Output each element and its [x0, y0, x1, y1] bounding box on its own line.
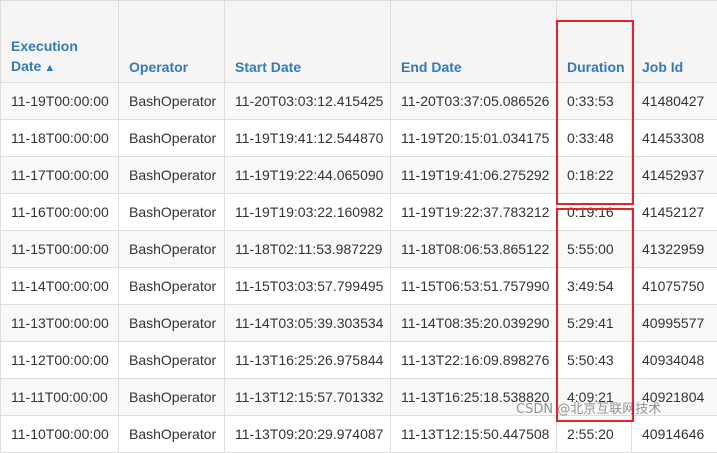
- table-header-row: Execution Date▲ Operator Start Date End …: [1, 1, 717, 83]
- cell-operator: BashOperator: [119, 379, 225, 416]
- cell-job-id: 40995577: [632, 305, 717, 342]
- cell-operator: BashOperator: [119, 83, 225, 120]
- start-date-header[interactable]: Start Date: [225, 1, 391, 83]
- cell-operator: BashOperator: [119, 416, 225, 453]
- cell-job-id: 41452937: [632, 157, 717, 194]
- cell-start-date: 11-13T09:20:29.974087: [225, 416, 391, 453]
- cell-execution-date: 11-15T00:00:00: [1, 231, 119, 268]
- cell-end-date: 11-14T08:35:20.039290: [391, 305, 557, 342]
- cell-execution-date: 11-18T00:00:00: [1, 120, 119, 157]
- cell-start-date: 11-13T12:15:57.701332: [225, 379, 391, 416]
- cell-end-date: 11-18T08:06:53.865122: [391, 231, 557, 268]
- execution-date-header[interactable]: Execution Date▲: [1, 1, 119, 83]
- task-instance-table: Execution Date▲ Operator Start Date End …: [0, 0, 717, 453]
- cell-start-date: 11-19T19:03:22.160982: [225, 194, 391, 231]
- job-id-header[interactable]: Job Id: [632, 1, 717, 83]
- cell-duration: 0:18:22: [557, 157, 632, 194]
- cell-execution-date: 11-11T00:00:00: [1, 379, 119, 416]
- cell-end-date: 11-19T19:41:06.275292: [391, 157, 557, 194]
- cell-end-date: 11-13T12:15:50.447508: [391, 416, 557, 453]
- table-row: 11-15T00:00:00BashOperator11-18T02:11:53…: [1, 231, 717, 268]
- cell-job-id: 41075750: [632, 268, 717, 305]
- cell-end-date: 11-13T22:16:09.898276: [391, 342, 557, 379]
- cell-execution-date: 11-12T00:00:00: [1, 342, 119, 379]
- cell-execution-date: 11-13T00:00:00: [1, 305, 119, 342]
- table-row: 11-19T00:00:00BashOperator11-20T03:03:12…: [1, 83, 717, 120]
- cell-start-date: 11-19T19:22:44.065090: [225, 157, 391, 194]
- cell-duration: 5:50:43: [557, 342, 632, 379]
- cell-start-date: 11-19T19:41:12.544870: [225, 120, 391, 157]
- cell-duration: 2:55:20: [557, 416, 632, 453]
- cell-job-id: 41452127: [632, 194, 717, 231]
- cell-job-id: 41480427: [632, 83, 717, 120]
- cell-operator: BashOperator: [119, 194, 225, 231]
- table-row: 11-13T00:00:00BashOperator11-14T03:05:39…: [1, 305, 717, 342]
- cell-execution-date: 11-17T00:00:00: [1, 157, 119, 194]
- cell-end-date: 11-15T06:53:51.757990: [391, 268, 557, 305]
- cell-operator: BashOperator: [119, 342, 225, 379]
- cell-job-id: 40934048: [632, 342, 717, 379]
- cell-duration: 0:19:16: [557, 194, 632, 231]
- table-row: 11-16T00:00:00BashOperator11-19T19:03:22…: [1, 194, 717, 231]
- cell-operator: BashOperator: [119, 305, 225, 342]
- cell-operator: BashOperator: [119, 120, 225, 157]
- table-row: 11-14T00:00:00BashOperator11-15T03:03:57…: [1, 268, 717, 305]
- cell-start-date: 11-15T03:03:57.799495: [225, 268, 391, 305]
- chevron-up-icon[interactable]: ▲: [44, 62, 55, 74]
- cell-duration: 5:55:00: [557, 231, 632, 268]
- operator-header[interactable]: Operator: [119, 1, 225, 83]
- duration-header[interactable]: Duration: [557, 1, 632, 83]
- cell-duration: 3:49:54: [557, 268, 632, 305]
- cell-end-date: 11-19T20:15:01.034175: [391, 120, 557, 157]
- watermark: CSDN @北京互联网技术: [516, 398, 661, 417]
- cell-duration: 5:29:41: [557, 305, 632, 342]
- cell-start-date: 11-20T03:03:12.415425: [225, 83, 391, 120]
- cell-execution-date: 11-10T00:00:00: [1, 416, 119, 453]
- table-body: 11-19T00:00:00BashOperator11-20T03:03:12…: [1, 83, 717, 453]
- cell-end-date: 11-20T03:37:05.086526: [391, 83, 557, 120]
- end-date-header[interactable]: End Date: [391, 1, 557, 83]
- cell-operator: BashOperator: [119, 157, 225, 194]
- cell-operator: BashOperator: [119, 231, 225, 268]
- cell-job-id: 41453308: [632, 120, 717, 157]
- table-row: 11-17T00:00:00BashOperator11-19T19:22:44…: [1, 157, 717, 194]
- table-row: 11-12T00:00:00BashOperator11-13T16:25:26…: [1, 342, 717, 379]
- cell-job-id: 41322959: [632, 231, 717, 268]
- cell-operator: BashOperator: [119, 268, 225, 305]
- cell-duration: 0:33:48: [557, 120, 632, 157]
- cell-execution-date: 11-14T00:00:00: [1, 268, 119, 305]
- cell-end-date: 11-19T19:22:37.783212: [391, 194, 557, 231]
- table-row: 11-10T00:00:00BashOperator11-13T09:20:29…: [1, 416, 717, 453]
- cell-duration: 0:33:53: [557, 83, 632, 120]
- cell-job-id: 40914646: [632, 416, 717, 453]
- cell-start-date: 11-13T16:25:26.975844: [225, 342, 391, 379]
- cell-execution-date: 11-16T00:00:00: [1, 194, 119, 231]
- table-row: 11-18T00:00:00BashOperator11-19T19:41:12…: [1, 120, 717, 157]
- cell-start-date: 11-18T02:11:53.987229: [225, 231, 391, 268]
- cell-start-date: 11-14T03:05:39.303534: [225, 305, 391, 342]
- cell-execution-date: 11-19T00:00:00: [1, 83, 119, 120]
